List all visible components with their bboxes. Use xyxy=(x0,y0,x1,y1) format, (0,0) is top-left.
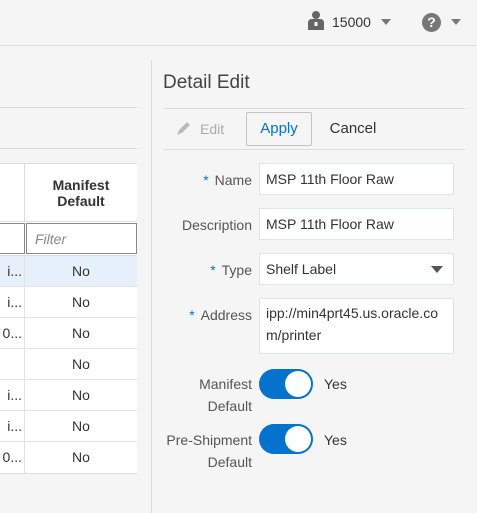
description-field[interactable]: MSP 11th Floor Raw xyxy=(259,208,454,240)
description-label: Description xyxy=(181,217,252,233)
chevron-down-icon[interactable] xyxy=(431,266,443,273)
apply-button[interactable]: Apply xyxy=(246,112,312,146)
user-icon xyxy=(308,10,324,35)
pre-shipment-default-toggle[interactable] xyxy=(259,424,313,454)
table-cell: 0... xyxy=(0,442,25,473)
table-cell: i... xyxy=(0,411,25,441)
table-cell: i... xyxy=(0,380,25,410)
table-cell: No xyxy=(72,449,90,465)
top-bar: 15000 ? xyxy=(0,0,477,46)
type-select-value: Shelf Label xyxy=(266,261,337,277)
table-cell: No xyxy=(72,356,90,372)
table-cell: 0... xyxy=(0,318,25,348)
table-cell: No xyxy=(72,418,90,434)
address-field[interactable]: ipp://min4prt45.us.oracle.com/printer xyxy=(259,298,454,354)
name-field[interactable]: MSP 11th Floor Raw xyxy=(259,163,454,195)
table-cell: No xyxy=(72,325,90,341)
name-label: * Name xyxy=(203,172,252,188)
required-marker: * xyxy=(203,172,209,188)
divider xyxy=(163,149,465,150)
grid-header-cell xyxy=(0,164,25,221)
pre-shipment-default-value: Yes xyxy=(324,432,347,448)
edit-button[interactable]: Edit xyxy=(176,112,224,146)
help-icon: ? xyxy=(422,12,441,32)
detail-edit-panel: Detail Edit Edit Apply Cancel * Name MSP … xyxy=(152,60,477,513)
divider xyxy=(0,107,137,108)
divider xyxy=(0,148,137,149)
table-cell: No xyxy=(72,387,90,403)
table-cell: No xyxy=(72,263,90,279)
pre-shipment-default-label: Pre-Shipment Default xyxy=(166,432,252,470)
column-header-manifest-default[interactable]: Manifest Default xyxy=(25,164,137,221)
printer-grid: Manifest Default Filter i... No i... No … xyxy=(0,163,137,474)
address-label: * Address xyxy=(189,307,252,323)
type-label: * Type xyxy=(210,262,252,278)
filter-row: Filter xyxy=(0,222,137,256)
table-cell: No xyxy=(72,294,90,310)
org-value: 15000 xyxy=(332,14,371,30)
manifest-default-value: Yes xyxy=(324,376,347,392)
table-cell: i... xyxy=(0,256,25,286)
filter-input-manifest-default[interactable]: Filter xyxy=(26,223,137,254)
panel-title: Detail Edit xyxy=(163,72,250,93)
required-marker: * xyxy=(189,307,195,323)
toggle-knob xyxy=(285,426,311,452)
table-cell: i... xyxy=(0,287,25,317)
table-row[interactable]: i... No xyxy=(0,380,137,411)
table-row[interactable]: i... No xyxy=(0,411,137,442)
cancel-button[interactable]: Cancel xyxy=(324,112,382,146)
edit-label: Edit xyxy=(200,121,225,137)
manifest-default-toggle[interactable] xyxy=(259,369,313,399)
filter-input[interactable] xyxy=(0,223,25,254)
divider xyxy=(163,108,465,109)
table-row[interactable]: i... No xyxy=(0,287,137,318)
help-menu[interactable]: ? xyxy=(422,10,461,34)
table-row[interactable]: 0... No xyxy=(0,318,137,349)
type-select[interactable]: Shelf Label xyxy=(259,253,454,285)
table-row[interactable]: i... No xyxy=(0,256,137,287)
required-marker: * xyxy=(210,262,216,278)
toggle-knob xyxy=(285,371,311,397)
table-cell xyxy=(0,349,25,379)
chevron-down-icon xyxy=(451,19,461,25)
table-row[interactable]: No xyxy=(0,349,137,380)
table-row[interactable]: 0... No xyxy=(0,442,137,473)
pencil-icon xyxy=(176,120,200,139)
org-menu[interactable]: 15000 xyxy=(308,10,391,34)
manifest-default-label: Manifest Default xyxy=(199,376,252,414)
chevron-down-icon xyxy=(380,19,391,25)
grid-header: Manifest Default xyxy=(0,164,137,222)
